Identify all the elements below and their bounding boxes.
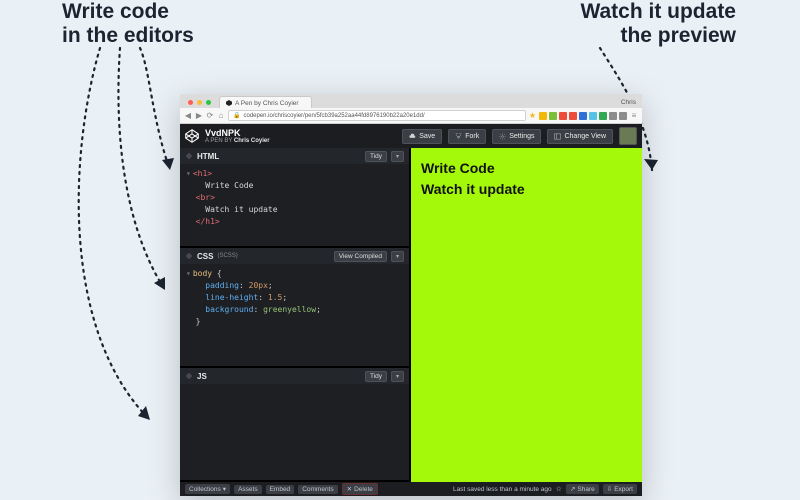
save-label: Save bbox=[419, 133, 435, 140]
editors-column: HTML Tidy ▾ ▾<h1> Write Code <br> Watch … bbox=[180, 148, 411, 482]
js-tidy-button[interactable]: Tidy bbox=[365, 371, 387, 382]
embed-button[interactable]: Embed bbox=[266, 485, 295, 494]
extension-icon[interactable] bbox=[579, 112, 587, 120]
browser-menu-icon[interactable]: ≡ bbox=[630, 112, 638, 120]
js-editor-label: JS bbox=[197, 372, 207, 381]
html-editor-label: HTML bbox=[197, 152, 219, 161]
js-editor: JS Tidy ▾ bbox=[180, 368, 409, 482]
avatar[interactable] bbox=[619, 127, 637, 145]
traffic-close-icon[interactable] bbox=[188, 100, 193, 105]
preview-pane: Write Code Watch it update bbox=[411, 148, 642, 482]
html-tidy-button[interactable]: Tidy bbox=[365, 151, 387, 162]
gear-icon[interactable] bbox=[185, 152, 193, 160]
html-editor: HTML Tidy ▾ ▾<h1> Write Code <br> Watch … bbox=[180, 148, 409, 248]
fork-icon bbox=[455, 133, 462, 140]
export-button[interactable]: ⇩ Export bbox=[603, 484, 637, 494]
browser-window: A Pen by Chris Coyier Chris ◀ ▶ ⟳ ⌂ 🔒 co… bbox=[180, 94, 642, 496]
codepen-logo-icon[interactable] bbox=[185, 129, 199, 143]
extension-icon[interactable] bbox=[589, 112, 597, 120]
annotation-left: Write code in the editors bbox=[62, 0, 194, 48]
traffic-min-icon[interactable] bbox=[197, 100, 202, 105]
browser-tabstrip: A Pen by Chris Coyier Chris bbox=[180, 94, 642, 108]
extension-icon[interactable] bbox=[609, 112, 617, 120]
css-code-area[interactable]: ▾body { padding: 20px; line-height: 1.5;… bbox=[180, 264, 409, 332]
pen-byline-prefix: A PEN BY bbox=[205, 138, 232, 144]
nav-home-icon[interactable]: ⌂ bbox=[217, 112, 225, 120]
traffic-max-icon[interactable] bbox=[206, 100, 211, 105]
html-editor-header: HTML Tidy ▾ bbox=[180, 148, 409, 164]
js-editor-header: JS Tidy ▾ bbox=[180, 368, 409, 384]
codepen-favicon-icon bbox=[226, 100, 232, 106]
css-editor: CSS (SCSS) View Compiled ▾ ▾body { paddi… bbox=[180, 248, 409, 368]
settings-button[interactable]: Settings bbox=[492, 129, 541, 144]
settings-label: Settings bbox=[509, 133, 534, 140]
browser-tab-title: A Pen by Chris Coyier bbox=[235, 100, 299, 107]
gear-icon bbox=[499, 133, 506, 140]
cloud-icon bbox=[409, 133, 416, 140]
change-view-button[interactable]: Change View bbox=[547, 129, 613, 144]
browser-toolbar: ◀ ▶ ⟳ ⌂ 🔒 codepen.io/chriscoyier/pen/5fc… bbox=[180, 108, 642, 124]
chevron-down-icon: ▾ bbox=[396, 253, 399, 260]
css-view-compiled-button[interactable]: View Compiled bbox=[334, 251, 387, 262]
pen-author[interactable]: Chris Coyier bbox=[234, 138, 270, 144]
saved-status: Last saved less than a minute ago bbox=[453, 486, 552, 493]
extension-icon[interactable] bbox=[569, 112, 577, 120]
css-editor-label: CSS bbox=[197, 252, 213, 261]
workspace: HTML Tidy ▾ ▾<h1> Write Code <br> Watch … bbox=[180, 148, 642, 482]
gear-icon[interactable] bbox=[185, 372, 193, 380]
chevron-down-icon: ▾ bbox=[396, 153, 399, 160]
annotation-right-line2: the preview bbox=[620, 24, 736, 47]
layout-icon bbox=[554, 133, 561, 140]
preview-heading: Write Code Watch it update bbox=[421, 158, 632, 200]
assets-button[interactable]: Assets bbox=[234, 485, 262, 494]
pen-name: VvdNPK bbox=[205, 129, 270, 138]
preview-line2: Watch it update bbox=[421, 181, 525, 197]
annotation-left-line1: Write code bbox=[62, 0, 169, 23]
chevron-down-icon: ▾ bbox=[396, 373, 399, 380]
pen-title-block: VvdNPK A PEN BY Chris Coyier bbox=[205, 129, 270, 144]
fork-button[interactable]: Fork bbox=[448, 129, 486, 144]
browser-profile-name[interactable]: Chris bbox=[621, 99, 636, 106]
extension-icon[interactable] bbox=[599, 112, 607, 120]
nav-forward-icon[interactable]: ▶ bbox=[195, 112, 203, 120]
address-url: codepen.io/chriscoyier/pen/5fcb39a252aa4… bbox=[243, 113, 424, 119]
gear-icon[interactable] bbox=[185, 252, 193, 260]
html-code-area[interactable]: ▾<h1> Write Code <br> Watch it update </… bbox=[180, 164, 409, 232]
css-editor-header: CSS (SCSS) View Compiled ▾ bbox=[180, 248, 409, 264]
html-collapse-button[interactable]: ▾ bbox=[391, 151, 404, 162]
pen-header: VvdNPK A PEN BY Chris Coyier Save Fork S… bbox=[180, 124, 642, 148]
css-collapse-button[interactable]: ▾ bbox=[391, 251, 404, 262]
annotation-right: Watch it update the preview bbox=[580, 0, 736, 48]
fork-label: Fork bbox=[465, 133, 479, 140]
extension-icon[interactable] bbox=[619, 112, 627, 120]
nav-reload-icon[interactable]: ⟳ bbox=[206, 112, 214, 120]
nav-back-icon[interactable]: ◀ bbox=[184, 112, 192, 120]
change-view-label: Change View bbox=[564, 133, 606, 140]
address-bar[interactable]: 🔒 codepen.io/chriscoyier/pen/5fcb39a252a… bbox=[228, 110, 526, 121]
extension-icon[interactable] bbox=[549, 112, 557, 120]
chevron-down-icon: ▾ bbox=[223, 485, 226, 493]
browser-tab[interactable]: A Pen by Chris Coyier bbox=[219, 96, 312, 108]
delete-button[interactable]: ✕ Delete bbox=[342, 483, 378, 495]
extension-icon[interactable] bbox=[539, 112, 547, 120]
bookmark-star-icon[interactable]: ★ bbox=[529, 111, 536, 120]
collections-button[interactable]: Collections▾ bbox=[185, 484, 230, 494]
js-collapse-button[interactable]: ▾ bbox=[391, 371, 404, 382]
codepen-app: VvdNPK A PEN BY Chris Coyier Save Fork S… bbox=[180, 124, 642, 496]
star-icon[interactable]: ☆ bbox=[556, 485, 562, 493]
pen-footer: Collections▾ Assets Embed Comments ✕ Del… bbox=[180, 482, 642, 496]
save-button[interactable]: Save bbox=[402, 129, 442, 144]
extension-icons bbox=[539, 112, 627, 120]
preview-line1: Write Code bbox=[421, 160, 495, 176]
annotation-left-line2: in the editors bbox=[62, 24, 194, 47]
annotation-right-line1: Watch it update bbox=[580, 0, 736, 23]
share-button[interactable]: ↗ Share bbox=[566, 484, 599, 494]
extension-icon[interactable] bbox=[559, 112, 567, 120]
css-editor-sublabel: (SCSS) bbox=[217, 253, 237, 259]
comments-button[interactable]: Comments bbox=[298, 485, 337, 494]
js-code-area[interactable] bbox=[180, 384, 409, 392]
